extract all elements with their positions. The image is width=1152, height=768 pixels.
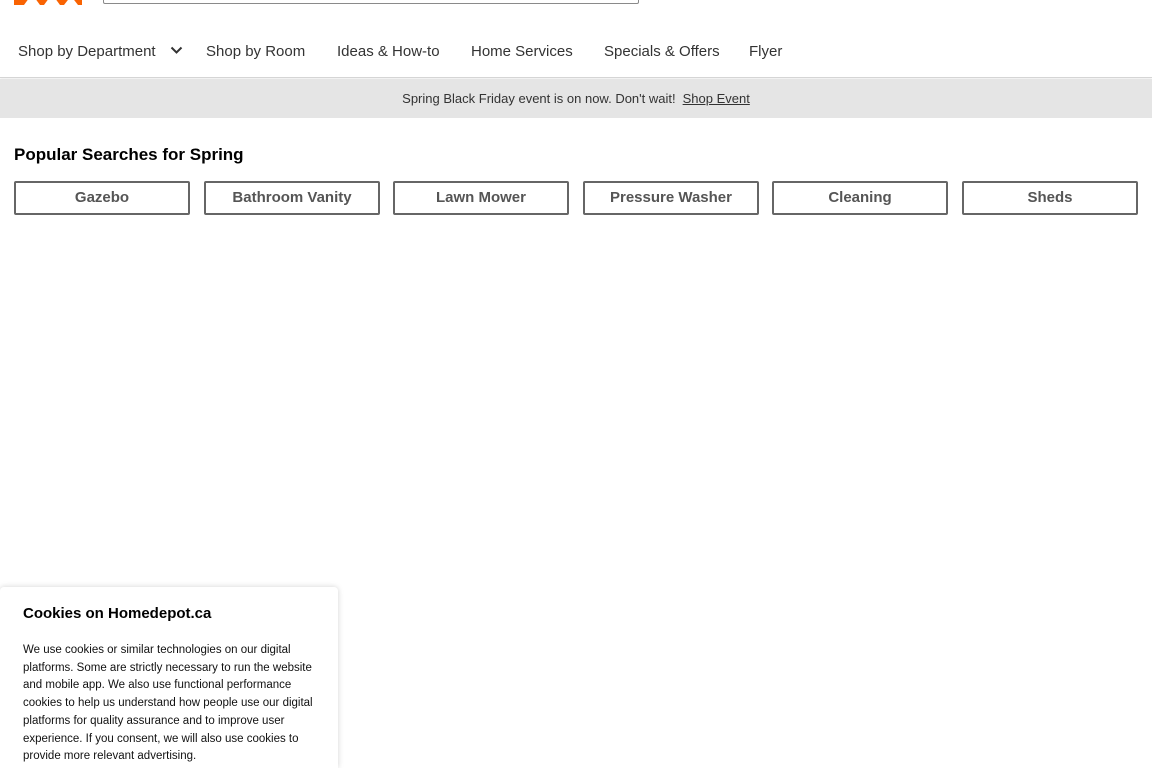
nav-item-label: Flyer xyxy=(749,43,783,60)
popular-searches-title: Popular Searches for Spring xyxy=(14,145,244,164)
main-nav: Shop by Department Shop by Room Ideas & … xyxy=(0,30,1152,78)
nav-item-shop-by-department[interactable]: Shop by Department xyxy=(18,43,183,61)
search-input[interactable] xyxy=(103,0,639,4)
nav-item-flyer[interactable]: Flyer xyxy=(749,43,782,60)
logo-mark-icon xyxy=(14,0,82,5)
nav-item-home-services[interactable]: Home Services xyxy=(471,43,573,60)
search-chip-pressure-washer[interactable]: Pressure Washer xyxy=(583,181,759,215)
nav-item-specials-offers[interactable]: Specials & Offers xyxy=(604,43,720,60)
cookie-title: Cookies on Homedepot.ca xyxy=(23,605,212,622)
nav-item-ideas-how-to[interactable]: Ideas & How-to xyxy=(337,43,440,60)
nav-item-shop-by-room[interactable]: Shop by Room xyxy=(206,43,305,60)
shop-event-link[interactable]: Shop Event xyxy=(683,91,750,106)
cookie-consent-panel: Cookies on Homedepot.ca We use cookies o… xyxy=(0,587,338,768)
nav-item-label: Shop by Room xyxy=(206,43,306,60)
chevron-down-icon xyxy=(170,42,183,59)
search-chip-bathroom-vanity[interactable]: Bathroom Vanity xyxy=(204,181,380,215)
search-chip-gazebo[interactable]: Gazebo xyxy=(14,181,190,215)
nav-item-label: Ideas & How-to xyxy=(337,43,440,60)
site-header xyxy=(0,0,1152,10)
home-depot-logo[interactable] xyxy=(14,0,82,5)
cookie-description: We use cookies or similar technologies o… xyxy=(23,644,313,763)
search-chip-cleaning[interactable]: Cleaning xyxy=(772,181,948,215)
nav-item-label: Specials & Offers xyxy=(604,43,720,60)
nav-item-label: Shop by Department xyxy=(18,43,156,60)
nav-item-label: Home Services xyxy=(471,43,573,60)
search-chip-lawn-mower[interactable]: Lawn Mower xyxy=(393,181,569,215)
promo-banner: Spring Black Friday event is on now. Don… xyxy=(0,79,1152,118)
promo-text: Spring Black Friday event is on now. Don… xyxy=(402,91,676,106)
search-chip-sheds[interactable]: Sheds xyxy=(962,181,1138,215)
